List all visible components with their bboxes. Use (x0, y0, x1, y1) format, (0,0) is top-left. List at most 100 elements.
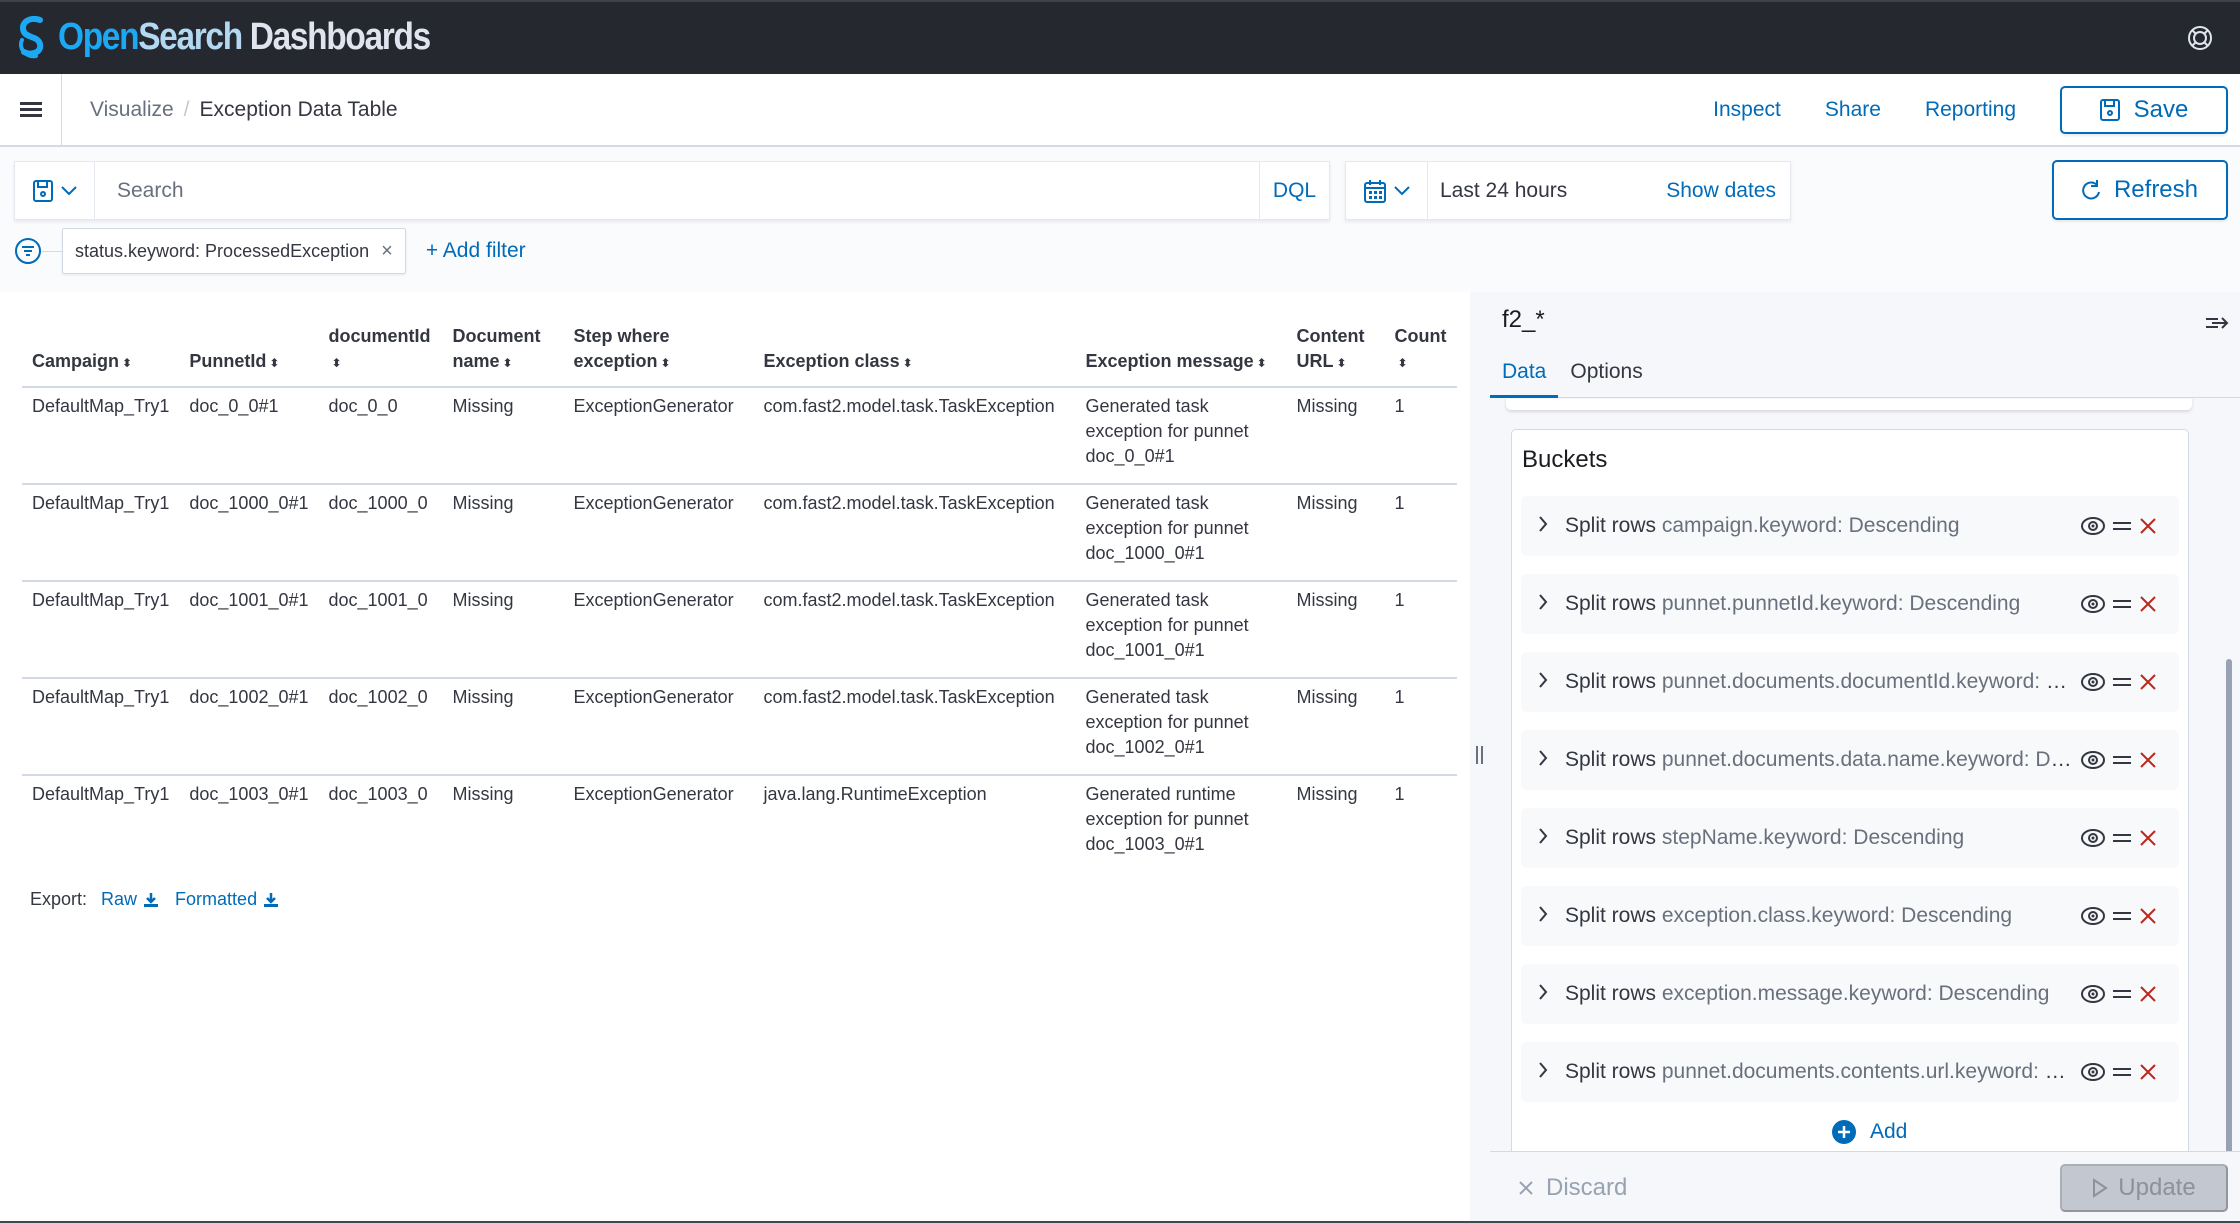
column-label: Step where exception (573, 326, 670, 371)
saved-queries-button[interactable] (15, 162, 95, 219)
bucket-label[interactable]: Split rows campaign.keyword: Descending (1565, 514, 2081, 538)
refresh-button[interactable]: Refresh (2052, 160, 2228, 220)
column-header-punnet-id[interactable]: PunnetId ⬍ (179, 318, 319, 388)
column-header-document-name[interactable]: Document name ⬍ (442, 318, 564, 388)
bucket-label[interactable]: Split rows punnet.punnetId.keyword: Desc… (1565, 592, 2081, 616)
cell-exception-class: com.fast2.model.task.TaskException (753, 387, 1076, 485)
chevron-right-icon[interactable] (1521, 983, 1565, 1006)
export-raw-link[interactable]: Raw (101, 889, 159, 910)
drag-handle-icon[interactable] (2113, 598, 2131, 610)
show-dates-link[interactable]: Show dates (1666, 179, 1776, 203)
cell-document-id: doc_1002_0 (318, 678, 443, 776)
bucket-item: Split rows punnet.punnetId.keyword: Desc… (1521, 574, 2179, 634)
cell-punnet-id: doc_1003_0#1 (189, 784, 309, 804)
remove-x-icon[interactable] (2139, 829, 2157, 847)
bucket-field: stepName.keyword: Descending (1661, 826, 1965, 849)
drag-handle-icon[interactable] (2113, 910, 2131, 922)
bucket-actions (2081, 673, 2179, 691)
column-label: documentId (328, 326, 431, 346)
inspect-link[interactable]: Inspect (1713, 98, 1781, 122)
export-formatted-link[interactable]: Formatted (175, 889, 279, 910)
bucket-type: Split rows (1565, 826, 1657, 849)
chevron-right-icon[interactable] (1521, 749, 1565, 772)
remove-x-icon[interactable] (2139, 751, 2157, 769)
column-header-step[interactable]: Step where exception ⬍ (563, 318, 754, 388)
share-link[interactable]: Share (1825, 98, 1881, 122)
save-button[interactable]: Save (2060, 86, 2228, 134)
sort-arrows-icon: ⬍ (122, 356, 133, 370)
eye-icon[interactable] (2081, 985, 2105, 1003)
cell-document-id: doc_0_0 (318, 387, 443, 485)
bucket-actions (2081, 829, 2179, 847)
filter-pill[interactable]: status.keyword: ProcessedException × (62, 228, 406, 274)
remove-x-icon[interactable] (2139, 595, 2157, 613)
sort-arrows-icon: ⬍ (502, 356, 513, 370)
chevron-right-icon[interactable] (1521, 593, 1565, 616)
remove-x-icon[interactable] (2139, 907, 2157, 925)
eye-icon[interactable] (2081, 673, 2105, 691)
close-icon[interactable]: × (381, 240, 393, 263)
chevron-right-icon[interactable] (1521, 827, 1565, 850)
bucket-label[interactable]: Split rows exception.class.keyword: Desc… (1565, 904, 2081, 928)
drag-handle-icon[interactable] (2113, 832, 2131, 844)
filter-options-icon[interactable] (14, 237, 42, 265)
bucket-label[interactable]: Split rows stepName.keyword: Descending (1565, 826, 2081, 850)
help-lifebuoy-icon[interactable] (2186, 24, 2214, 52)
search-input[interactable] (95, 162, 1259, 219)
remove-x-icon[interactable] (2139, 985, 2157, 1003)
panel-resize-handle[interactable] (1476, 746, 1484, 766)
tab-options[interactable]: Options (1558, 352, 1654, 398)
editor-scrollbar[interactable] (2226, 659, 2232, 1151)
tab-data[interactable]: Data (1490, 352, 1559, 398)
bucket-label[interactable]: Split rows punnet.documents.data.name.ke… (1565, 748, 2081, 772)
eye-icon[interactable] (2081, 1063, 2105, 1081)
drag-handle-icon[interactable] (2113, 1066, 2131, 1078)
bucket-field: campaign.keyword: Descending (1661, 514, 1960, 537)
filter-pill-label: status.keyword: ProcessedException (75, 240, 370, 261)
remove-x-icon[interactable] (2139, 517, 2157, 535)
eye-icon[interactable] (2081, 517, 2105, 535)
column-header-document-id[interactable]: documentId ⬍ (318, 318, 443, 388)
drag-handle-icon[interactable] (2113, 676, 2131, 688)
cell-content-url: Missing (1296, 784, 1358, 804)
column-header-count[interactable]: Count ⬍ (1384, 318, 1457, 388)
top-header: OpenSearch Dashboards (0, 0, 2240, 74)
bucket-label[interactable]: Split rows punnet.documents.contents.url… (1565, 1060, 2081, 1084)
update-button[interactable]: Update (2060, 1164, 2228, 1212)
column-header-campaign[interactable]: Campaign ⬍ (22, 318, 180, 388)
chevron-right-icon[interactable] (1521, 515, 1565, 538)
chevron-right-icon[interactable] (1521, 1061, 1565, 1084)
eye-icon[interactable] (2081, 829, 2105, 847)
opensearch-logo[interactable]: OpenSearch Dashboards (14, 14, 481, 60)
chevron-right-icon[interactable] (1521, 905, 1565, 928)
column-header-content-url[interactable]: Content URL ⬍ (1286, 318, 1385, 388)
cell-campaign: DefaultMap_Try1 (22, 484, 180, 582)
hamburger-menu-button[interactable] (0, 74, 62, 145)
column-header-exception-class[interactable]: Exception class ⬍ (753, 318, 1076, 388)
drag-handle-icon[interactable] (2113, 520, 2131, 532)
eye-icon[interactable] (2081, 751, 2105, 769)
collapse-sidebar-icon[interactable] (2204, 312, 2230, 334)
brand-name: OpenSearch Dashboards (58, 15, 431, 59)
remove-x-icon[interactable] (2139, 1063, 2157, 1081)
remove-x-icon[interactable] (2139, 673, 2157, 691)
add-filter-button[interactable]: + Add filter (426, 239, 526, 263)
bucket-label[interactable]: Split rows exception.message.keyword: De… (1565, 982, 2081, 1006)
drag-handle-icon[interactable] (2113, 988, 2131, 1000)
brand-open: Open (58, 15, 140, 58)
bucket-actions (2081, 595, 2179, 613)
column-header-exception-message[interactable]: Exception message ⬍ (1075, 318, 1287, 388)
breadcrumb-visualize[interactable]: Visualize (90, 98, 174, 122)
add-aggregation-button[interactable]: Add (1832, 1120, 1907, 1144)
quick-date-menu-button[interactable] (1346, 162, 1428, 219)
bucket-item: Split rows campaign.keyword: Descending (1521, 496, 2179, 556)
discard-button[interactable]: Discard (1518, 1174, 1627, 1202)
date-range-value[interactable]: Last 24 hours (1428, 179, 1666, 203)
drag-handle-icon[interactable] (2113, 754, 2131, 766)
chevron-right-icon[interactable] (1521, 671, 1565, 694)
reporting-link[interactable]: Reporting (1925, 98, 2016, 122)
query-language-button[interactable]: DQL (1259, 162, 1329, 219)
bucket-label[interactable]: Split rows punnet.documents.documentId.k… (1565, 670, 2081, 694)
eye-icon[interactable] (2081, 907, 2105, 925)
eye-icon[interactable] (2081, 595, 2105, 613)
